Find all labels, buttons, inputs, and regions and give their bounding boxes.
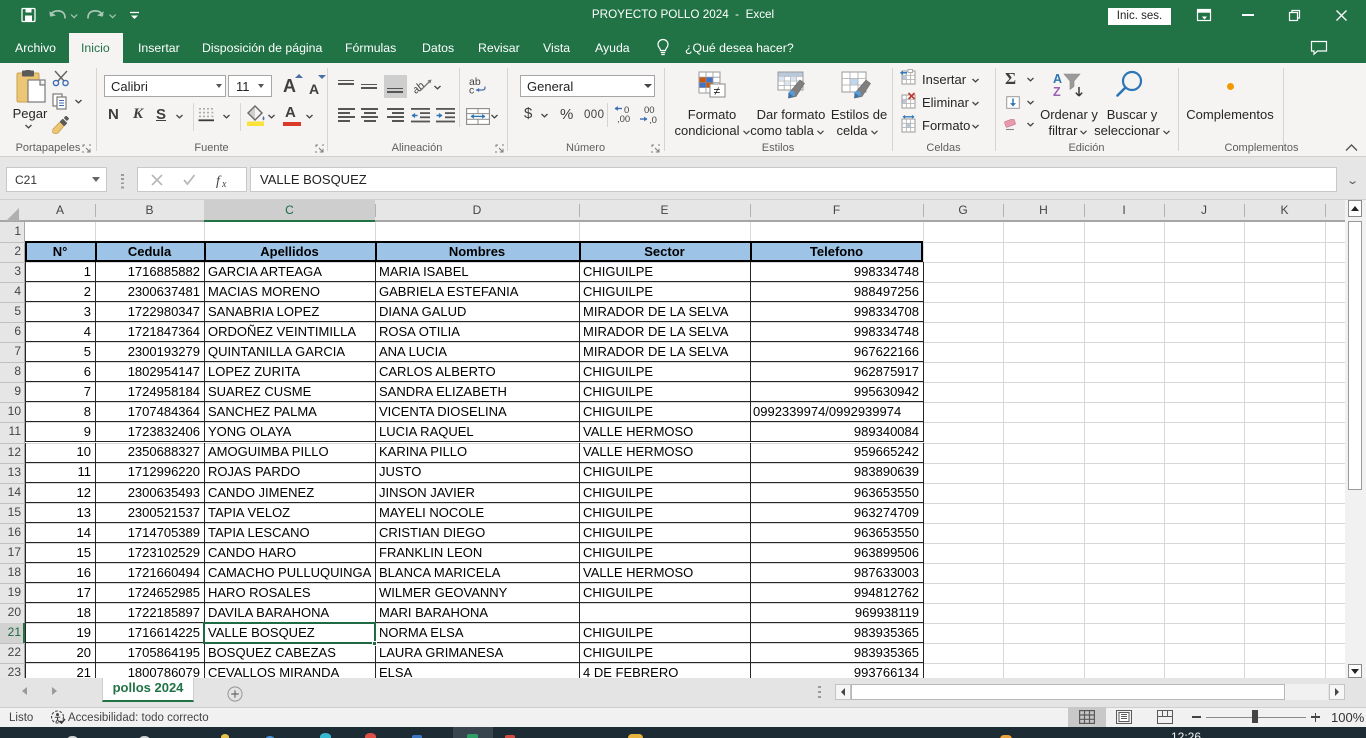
svg-text:,00: ,00 [617, 114, 630, 124]
svg-text:≠: ≠ [714, 84, 721, 98]
svg-text:A: A [1053, 72, 1062, 86]
svg-text:Z: Z [1053, 85, 1061, 99]
svg-text:c: c [469, 85, 474, 95]
svg-text:ab: ab [414, 80, 427, 95]
svg-text:,0: ,0 [649, 115, 657, 124]
svg-text:x: x [221, 179, 227, 188]
